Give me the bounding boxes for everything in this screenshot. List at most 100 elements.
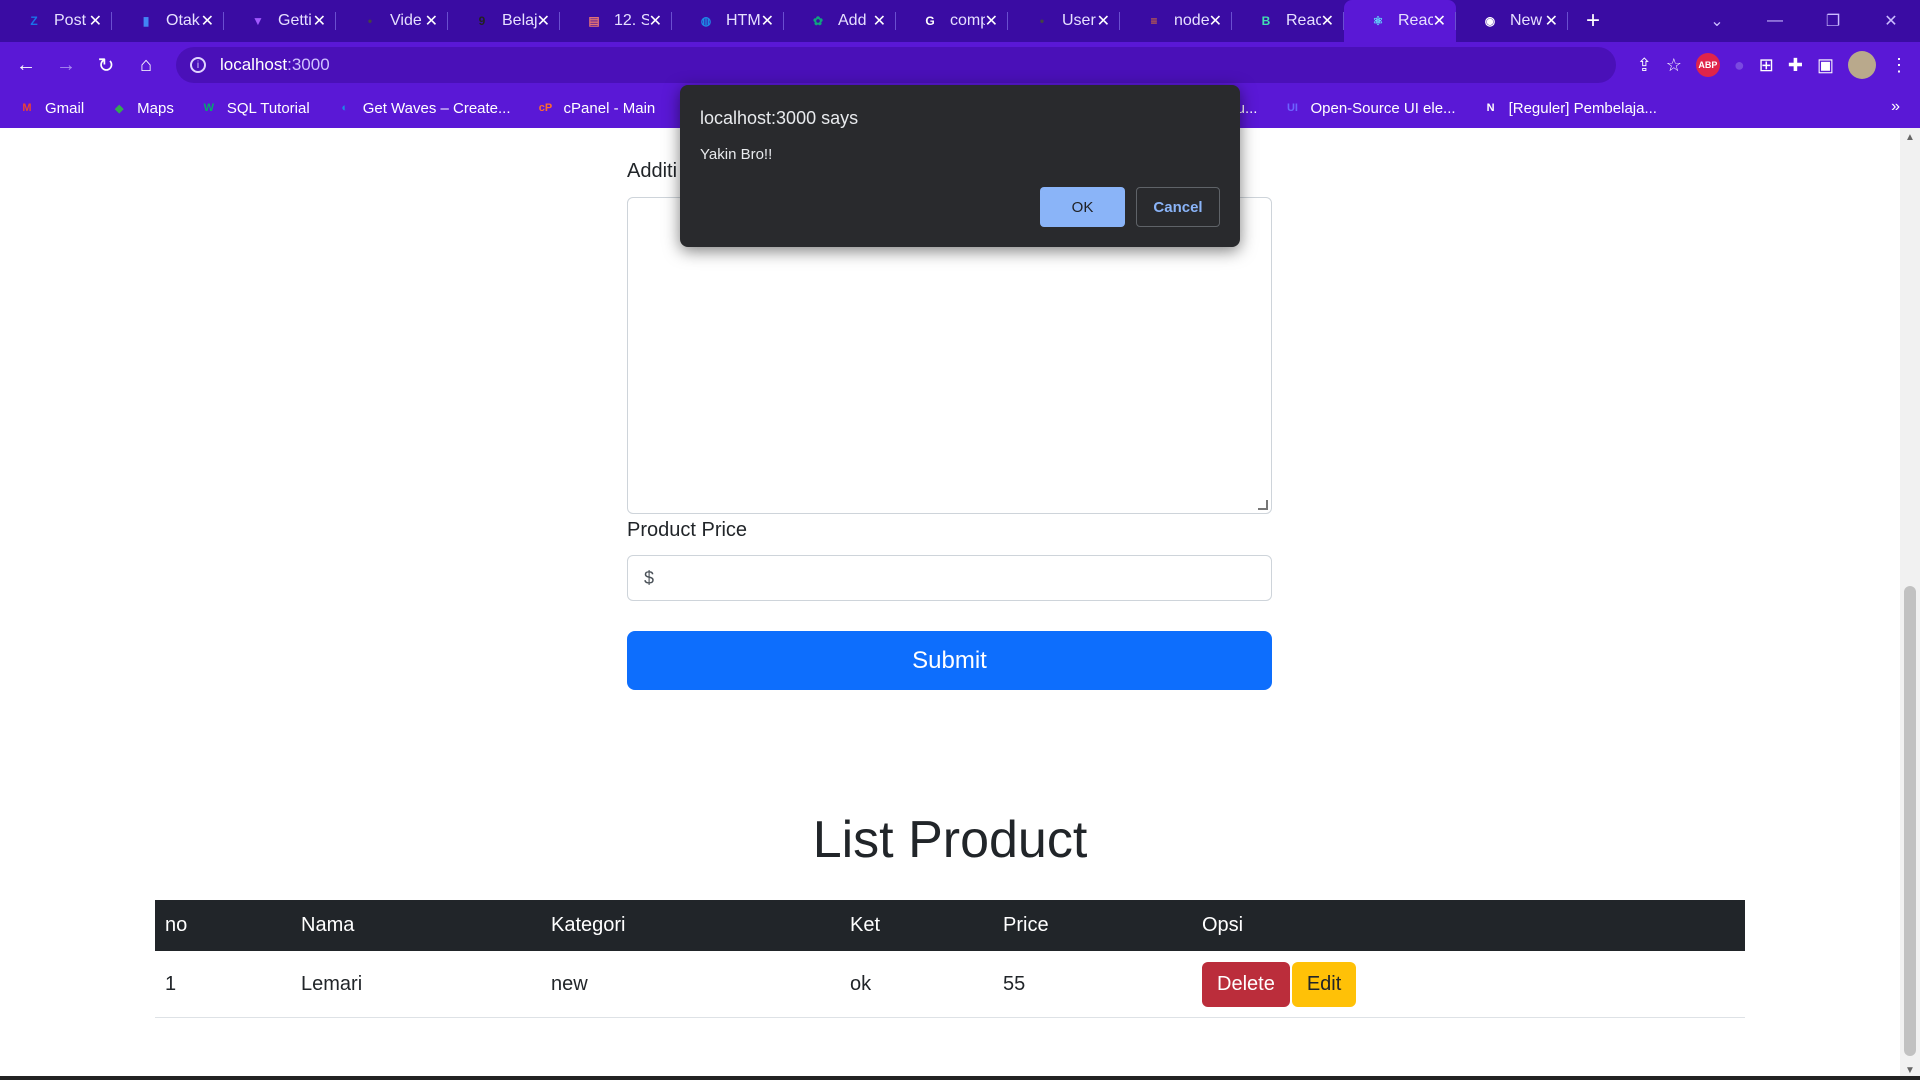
close-tab-icon[interactable]: ✕ [313,11,326,31]
close-tab-icon[interactable]: ✕ [1545,11,1558,31]
browser-tab[interactable]: ▼ Getti ✕ [224,0,336,42]
cancel-button[interactable]: Cancel [1136,187,1220,227]
chatgpt-icon: ✿ [812,14,824,28]
close-tab-icon[interactable]: ✕ [537,11,550,31]
page-content: Additi Product Price $ Submit List Produ… [0,128,1900,1080]
submit-button[interactable]: Submit [627,631,1272,690]
gmail-icon: M [22,102,32,114]
scroll-up-icon[interactable]: ▲ [1905,132,1915,143]
share-icon[interactable]: ⇪ [1637,55,1652,76]
close-tab-icon[interactable]: ✕ [1209,11,1222,31]
product-table: no Nama Kategori Ket Price Opsi 1 Lemari… [155,900,1745,1018]
menu-icon[interactable]: ⋮ [1890,55,1908,76]
scroll-down-icon[interactable]: ▼ [1905,1065,1915,1076]
forward-icon[interactable]: → [46,54,86,77]
bottom-border [0,1076,1920,1080]
browser-tab[interactable]: • Vide ✕ [336,0,448,42]
scrollbar-thumb[interactable] [1904,586,1916,1056]
home-icon[interactable]: ⌂ [126,54,166,77]
reload-icon[interactable]: ↻ [86,53,126,78]
dash-icon: • [367,14,373,28]
maximize-icon[interactable]: ❐ [1804,11,1862,31]
dialog-message: Yakin Bro!! [700,146,773,163]
col-price: Price [1003,914,1049,936]
w3-icon: W [203,102,215,114]
ui-icon: UI [1286,102,1298,114]
resize-handle-icon[interactable] [1258,500,1268,510]
browser-tab[interactable]: • User ✕ [1008,0,1120,42]
tab-title: Reac [1398,12,1433,29]
browser-tab[interactable]: ▮ Otak ✕ [112,0,224,42]
table-header: no Nama Kategori Ket Price Opsi [155,900,1745,951]
col-nama: Nama [301,914,355,936]
price-placeholder: $ [644,567,655,588]
browser-tab[interactable]: ⚛ Reac ✕ [1344,0,1456,42]
list-heading: List Product [812,811,1088,869]
vite-icon: ▼ [252,14,264,28]
bookmark-item[interactable]: N [Reguler] Pembelaja... [1482,99,1657,117]
minimize-icon[interactable]: — [1746,12,1804,30]
close-tab-icon[interactable]: ✕ [761,11,774,31]
tab-search-icon[interactable]: ⌄ [1688,11,1746,31]
tab-title: New [1510,12,1543,29]
browser-tab[interactable]: ▤ 12. S ✕ [560,0,672,42]
window-controls: ⌄ — ❐ ✕ [1688,0,1920,42]
browser-tab[interactable]: Z Post ✕ [0,0,112,42]
delete-button[interactable]: Delete [1202,961,1290,1007]
tab-title: Reac [1286,12,1321,29]
zoho-icon: Z [30,14,38,28]
side-panel-icon[interactable]: ▣ [1817,55,1834,76]
more-bookmarks-icon[interactable]: » [1891,98,1900,116]
alert-dialog: localhost:3000 says Yakin Bro!! OK Cance… [680,85,1240,247]
translate-icon[interactable]: ⊞ [1759,55,1774,76]
extension-icon[interactable]: ● [1734,55,1745,76]
notion-icon: N [1486,102,1495,114]
ok-button[interactable]: OK [1040,187,1125,227]
close-tab-icon[interactable]: ✕ [1433,11,1446,31]
profile-avatar[interactable] [1848,51,1876,79]
address-port: :3000 [287,55,330,74]
bookmark-item[interactable]: UI Open-Source UI ele... [1283,99,1456,117]
tab-strip: Z Post ✕ ▮ Otak ✕ ▼ Getti ✕ • Vide ✕ 9 Belaj ✕ ▤ 12. S ✕ ◍… [0,0,1920,42]
close-tab-icon[interactable]: ✕ [649,11,662,31]
close-window-icon[interactable]: ✕ [1862,11,1920,31]
tab-title: node [1174,12,1209,29]
bookmark-item[interactable]: ◐ Get Waves – Create... [336,99,511,117]
edit-button[interactable]: Edit [1291,961,1357,1007]
maps-icon: ◆ [114,102,124,115]
tab-title: 12. S [614,12,649,29]
browser-tab[interactable]: ◉ New ✕ [1456,0,1568,42]
g-icon: 9 [478,14,486,28]
close-tab-icon[interactable]: ✕ [985,11,998,31]
bookmark-label: Get Waves – Create... [362,99,511,117]
bookmark-label: SQL Tutorial [226,99,310,117]
close-tab-icon[interactable]: ✕ [89,11,102,31]
address-bar[interactable]: i localhost:3000 [176,47,1616,83]
adblock-icon[interactable]: ABP [1695,53,1720,77]
browser-tab[interactable]: B Reac ✕ [1232,0,1344,42]
bookmark-item[interactable]: cP cPanel - Main [537,99,655,117]
cell-no: 1 [165,972,177,995]
tab-title: comp [950,12,985,29]
puzzle-icon[interactable]: ✚ [1788,55,1803,76]
browser-tab[interactable]: Gcomp✕ [896,0,1008,42]
browser-tab[interactable]: 9 Belaj ✕ [448,0,560,42]
browser-tab[interactable]: ✿ Add ✕ [784,0,896,42]
close-tab-icon[interactable]: ✕ [1321,11,1334,31]
close-tab-icon[interactable]: ✕ [873,11,886,31]
close-tab-icon[interactable]: ✕ [425,11,438,31]
new-tab-button[interactable]: + [1586,7,1600,35]
address-bar-row: ← → ↻ ⌂ i localhost:3000 ⇪ ☆ ABP ● ⊞ ✚ ▣… [0,42,1920,88]
bookmark-item[interactable]: M Gmail [18,99,84,117]
page-scrollbar[interactable]: ▲ ▼ [1900,128,1920,1080]
bookmark-item[interactable]: W SQL Tutorial [200,99,310,117]
browser-tab[interactable]: ◍ HTM ✕ [672,0,784,42]
bookmark-item[interactable]: ◆ Maps [110,99,174,117]
bookmark-star-icon[interactable]: ☆ [1666,55,1682,76]
site-info-icon[interactable]: i [190,57,206,73]
back-icon[interactable]: ← [6,54,46,77]
close-tab-icon[interactable]: ✕ [201,11,214,31]
browser-tab[interactable]: ≡ node ✕ [1120,0,1232,42]
close-tab-icon[interactable]: ✕ [1097,11,1110,31]
price-input[interactable]: $ [627,555,1272,601]
